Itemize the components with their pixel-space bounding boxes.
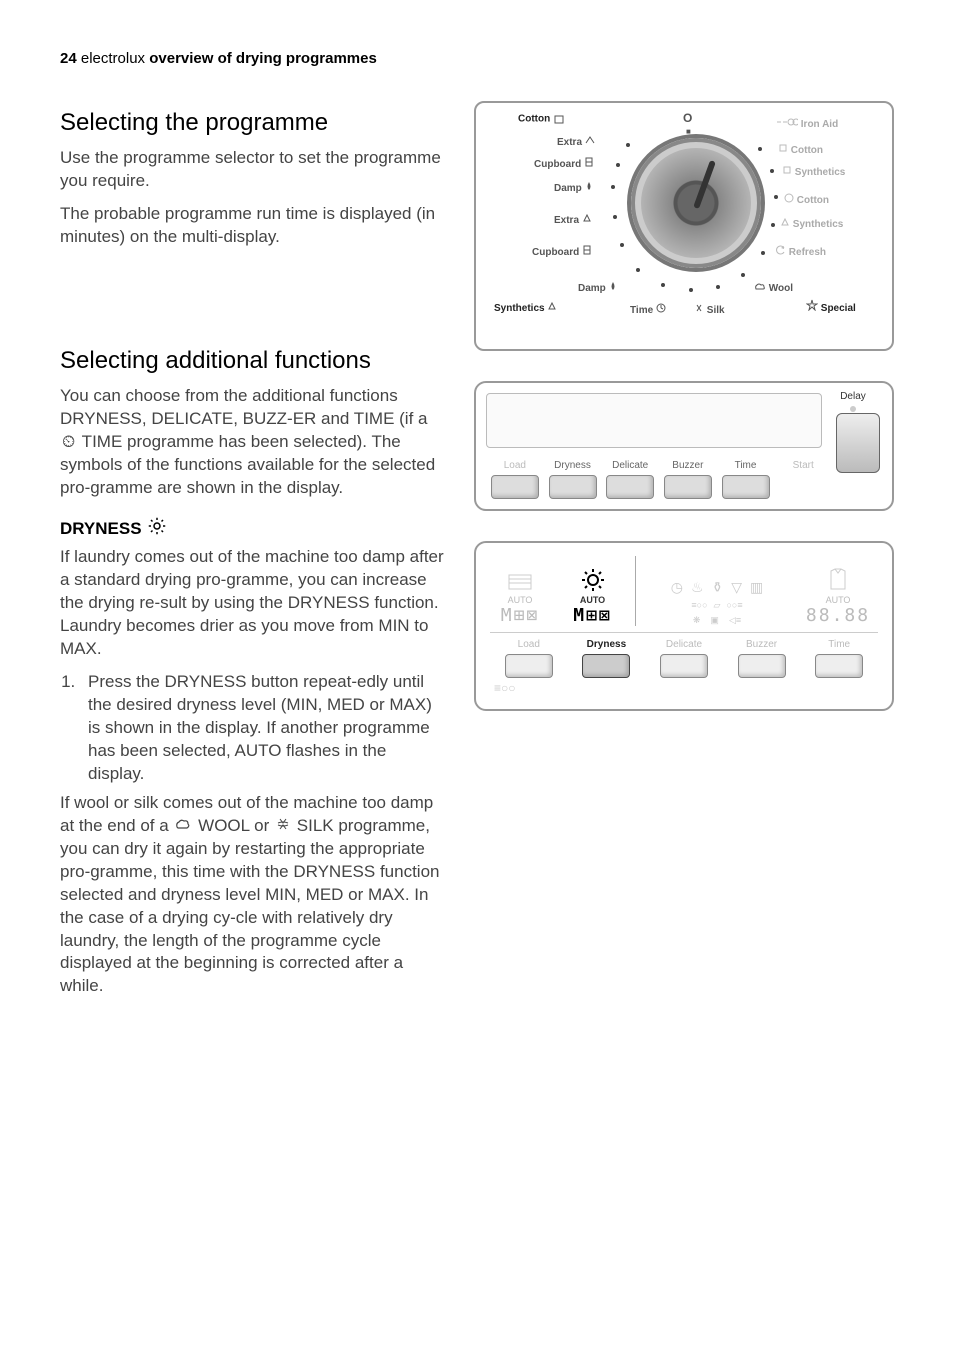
tap-icon: ⚱ [712, 579, 724, 596]
label-damp2: Damp [578, 281, 617, 294]
load-icon [505, 569, 535, 593]
disp-col-load: AUTO M⊞⊠ [490, 569, 550, 626]
section-title: overview of drying programmes [149, 50, 377, 67]
btn-delicate: Delicate [601, 460, 659, 499]
heading-dryness: DRYNESS [60, 517, 444, 540]
easy-icon: ≡○○ [691, 600, 707, 611]
btn-dryness: Dryness [544, 460, 602, 499]
sun-icon [148, 517, 166, 540]
heat-icon: ♨ [691, 579, 704, 596]
display-button-row: Load Dryness Delicate Buzzer Time [490, 639, 878, 678]
seg-digits: 88.88 [798, 605, 878, 626]
filter-icon: ▽ [731, 579, 742, 596]
btn-buzzer: Buzzer [659, 460, 717, 499]
label-synthetics-group: Synthetics [494, 301, 557, 314]
paragraph-selector: Use the programme selector to set the pr… [60, 147, 444, 193]
btn-time: Time [717, 460, 775, 499]
label-extra2: Extra [554, 213, 592, 226]
display-panel-figure: AUTO M⊞⊠ AUTO M⊞⊠ ◷ ♨ ⚱ ▽ ▥ [474, 541, 894, 711]
flower-icon: ❋ [693, 615, 701, 626]
icon-strip-3: ❋ ▣ ◁≡ [646, 615, 788, 626]
label-silk: Silk [694, 303, 725, 316]
label-easy-cotton: Cotton [784, 193, 829, 206]
page-header: 24 electrolux overview of drying program… [60, 50, 894, 67]
paragraph-runtime: The probable programme run time is displ… [60, 203, 444, 249]
btn-start-label: Start [774, 460, 832, 499]
disp-col-dryness: AUTO M⊞⊠ [560, 567, 625, 626]
label-off: O [683, 111, 692, 125]
paragraph-additional: You can choose from the additional funct… [60, 385, 444, 500]
sun-display-icon [580, 567, 606, 593]
label-delay: Delay [838, 391, 868, 402]
clock-small-icon: ◷ [671, 579, 683, 596]
text-part-a: You can choose from the additional funct… [60, 386, 427, 428]
button-row: Load Dryness Delicate Buzzer Time Start [486, 460, 832, 499]
tank-icon: ▥ [750, 579, 763, 596]
icon-strip-2: ≡○○ ▱ ○○≡ [646, 600, 788, 611]
label-refresh: Refresh [776, 245, 826, 258]
label-dryness: DRYNESS [60, 519, 142, 539]
label-ia-cotton: Cotton [778, 143, 823, 156]
label-easy-synthetics: Synthetics [780, 217, 843, 230]
heading-selecting-programme: Selecting the programme [60, 109, 444, 137]
disp-btn-time: Time [800, 639, 878, 678]
label-special: Special [806, 299, 856, 314]
right-column: O ■ Cotton Extra Cupboard Damp Extra Cup… [474, 91, 894, 1008]
heading-additional-functions: Selecting additional functions [60, 347, 444, 375]
label-extra: Extra [557, 135, 595, 148]
box-icon: ▣ [710, 615, 719, 626]
disp-col-icons: ◷ ♨ ⚱ ▽ ▥ ≡○○ ▱ ○○≡ ❋ ▣ ◁≡ [646, 579, 788, 626]
label-cupboard: Cupboard [534, 157, 594, 170]
seg-2: M⊞⊠ [560, 605, 625, 626]
step-1: Press the DRYNESS button repeat-edly unt… [80, 671, 444, 786]
brand: electrolux [81, 50, 145, 67]
page-number: 24 [60, 50, 77, 67]
disp-btn-buzzer: Buzzer [723, 639, 801, 678]
left-column: Selecting the programme Use the programm… [60, 91, 444, 1008]
disp-col-time: AUTO 88.88 [798, 567, 878, 626]
label-auto-1: AUTO [490, 595, 550, 605]
start-pause-button [836, 413, 880, 473]
button-panel-figure: Delay Load Dryness Delicate Buzzer Time … [474, 381, 894, 511]
disp-btn-delicate: Delicate [645, 639, 723, 678]
label-iron-aid: Iron Aid [776, 117, 838, 130]
shirt-icon [823, 567, 853, 593]
btn-load: Load [486, 460, 544, 499]
programme-dial-figure: O ■ Cotton Extra Cupboard Damp Extra Cup… [474, 101, 894, 351]
label-ia-synthetics: Synthetics [782, 165, 845, 178]
iron-icon: ▱ [714, 600, 721, 611]
label-cotton-group: Cotton [518, 113, 565, 125]
selector-dial [631, 138, 761, 268]
seg-1: M⊞⊠ [490, 605, 550, 626]
disp-btn-dryness: Dryness [568, 639, 646, 678]
steps-list: Press the DRYNESS button repeat-edly unt… [60, 671, 444, 786]
label-time: Time [630, 303, 666, 316]
text-wool-c: SILK programme, you can dry it again by … [60, 816, 440, 996]
paragraph-wool-silk: If wool or silk comes out of the machine… [60, 792, 444, 998]
silk-icon [276, 815, 290, 838]
wool-icon [175, 817, 191, 836]
sound-icon: ◁≡ [729, 615, 741, 626]
clock-icon: ⏲ [62, 431, 75, 454]
text-wool-b: WOOL or [193, 816, 274, 835]
label-auto-2: AUTO [560, 595, 625, 605]
disp-btn-load: Load [490, 639, 568, 678]
label-damp: Damp [554, 181, 593, 194]
label-cupboard2: Cupboard [532, 245, 592, 258]
dry-icon: ○○≡ [726, 600, 742, 611]
icon-strip: ◷ ♨ ⚱ ▽ ▥ [646, 579, 788, 596]
dot-off: ■ [686, 127, 691, 136]
label-auto-3: AUTO [798, 595, 878, 605]
text-part-b: TIME programme has been selected). The s… [60, 432, 435, 497]
paragraph-dryness-desc: If laundry comes out of the machine too … [60, 546, 444, 661]
easy-iron-icon: ≡○○ [494, 681, 516, 695]
label-wool: Wool [754, 281, 793, 294]
